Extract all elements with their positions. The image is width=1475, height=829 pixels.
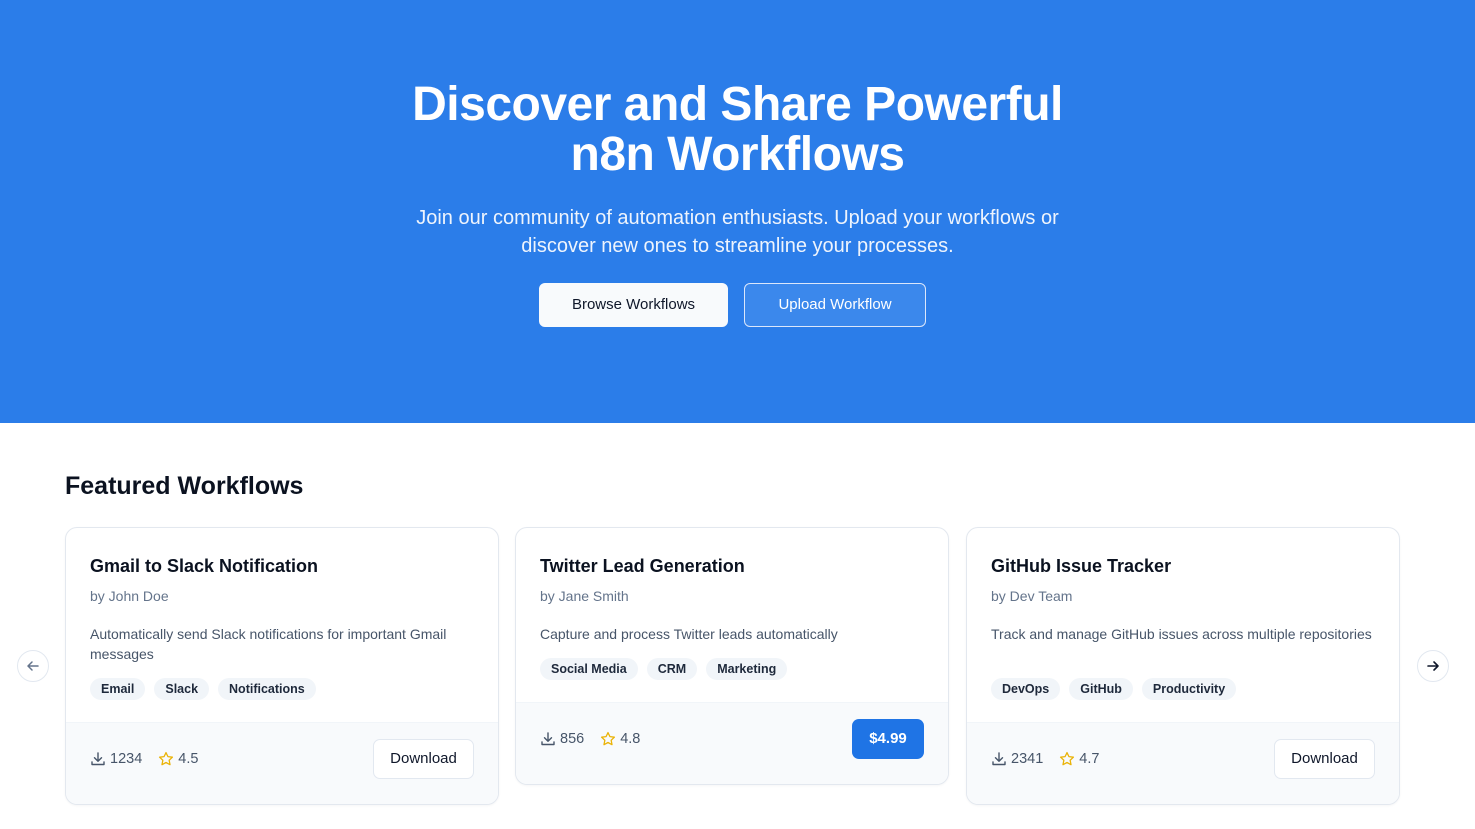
rating-value: 4.7 <box>1079 751 1100 767</box>
arrow-right-icon <box>1427 661 1439 671</box>
card-footer: 2341 4.7 Download <box>967 722 1399 804</box>
star-icon <box>1060 751 1075 766</box>
download-count: 1234 <box>110 751 143 767</box>
tag[interactable]: DevOps <box>991 678 1061 700</box>
workflow-card[interactable]: Twitter Lead Generation by Jane Smith Ca… <box>515 527 949 785</box>
tag[interactable]: Slack <box>154 678 210 700</box>
hero-banner: Discover and Share Powerful n8n Workflow… <box>0 0 1475 423</box>
browse-workflows-button[interactable]: Browse Workflows <box>539 283 728 327</box>
rating-value: 4.5 <box>178 751 199 767</box>
hero-subtitle-line-1: Join our community of automation enthusi… <box>416 207 1059 229</box>
workflow-stats: 856 4.8 <box>540 731 640 747</box>
workflow-tags: Social Media CRM Marketing <box>540 658 788 680</box>
workflow-description: Capture and process Twitter leads automa… <box>540 626 838 642</box>
star-icon <box>601 731 616 746</box>
workflow-tags: Email Slack Notifications <box>90 678 316 700</box>
hero-title-line-1: Discover and Share Powerful <box>412 78 1063 131</box>
download-icon <box>992 752 1006 766</box>
featured-workflows-heading: Featured Workflows <box>65 472 304 500</box>
card-footer: 1234 4.5 Download <box>66 722 498 804</box>
workflow-card[interactable]: GitHub Issue Tracker by Dev Team Track a… <box>966 527 1400 805</box>
tag[interactable]: Email <box>90 678 146 700</box>
card-footer: 856 4.8 $4.99 <box>516 702 948 784</box>
carousel-next-button[interactable] <box>1417 650 1449 682</box>
download-button[interactable]: Download <box>1274 739 1375 779</box>
tag[interactable]: GitHub <box>1069 678 1133 700</box>
workflow-title[interactable]: Twitter Lead Generation <box>540 556 745 577</box>
workflow-stats: 2341 4.7 <box>991 751 1099 767</box>
workflow-author: by Dev Team <box>991 588 1073 604</box>
rating-value: 4.8 <box>620 731 641 747</box>
workflow-stats: 1234 4.5 <box>90 751 198 767</box>
workflow-card[interactable]: Gmail to Slack Notification by John Doe … <box>65 527 499 805</box>
workflow-title[interactable]: Gmail to Slack Notification <box>90 556 318 577</box>
workflow-author: by Jane Smith <box>540 588 629 604</box>
workflow-description: Track and manage GitHub issues across mu… <box>991 626 1372 642</box>
workflow-author: by John Doe <box>90 588 169 604</box>
arrow-left-icon <box>27 661 39 671</box>
tag[interactable]: Social Media <box>540 658 638 680</box>
price-button[interactable]: $4.99 <box>852 719 924 759</box>
tag[interactable]: Marketing <box>706 658 788 680</box>
workflow-description: Automatically send Slack notifications f… <box>90 626 447 662</box>
workflow-tags: DevOps GitHub Productivity <box>991 678 1237 700</box>
download-count: 856 <box>560 731 585 747</box>
star-icon <box>159 751 174 766</box>
hero-title: Discover and Share Powerful n8n Workflow… <box>0 80 1475 180</box>
carousel-prev-button[interactable] <box>17 650 49 682</box>
hero-title-line-2: n8n Workflows <box>570 128 905 181</box>
download-count: 2341 <box>1011 751 1044 767</box>
download-icon <box>541 732 555 746</box>
download-icon <box>91 752 105 766</box>
hero-subtitle: Join our community of automation enthusi… <box>0 204 1475 260</box>
tag[interactable]: Notifications <box>218 678 316 700</box>
download-button[interactable]: Download <box>373 739 474 779</box>
tag[interactable]: Productivity <box>1141 678 1237 700</box>
tag[interactable]: CRM <box>646 658 698 680</box>
hero-subtitle-line-2: discover new ones to streamline your pro… <box>521 235 954 257</box>
upload-workflow-button[interactable]: Upload Workflow <box>744 283 926 327</box>
workflow-title[interactable]: GitHub Issue Tracker <box>991 556 1171 577</box>
